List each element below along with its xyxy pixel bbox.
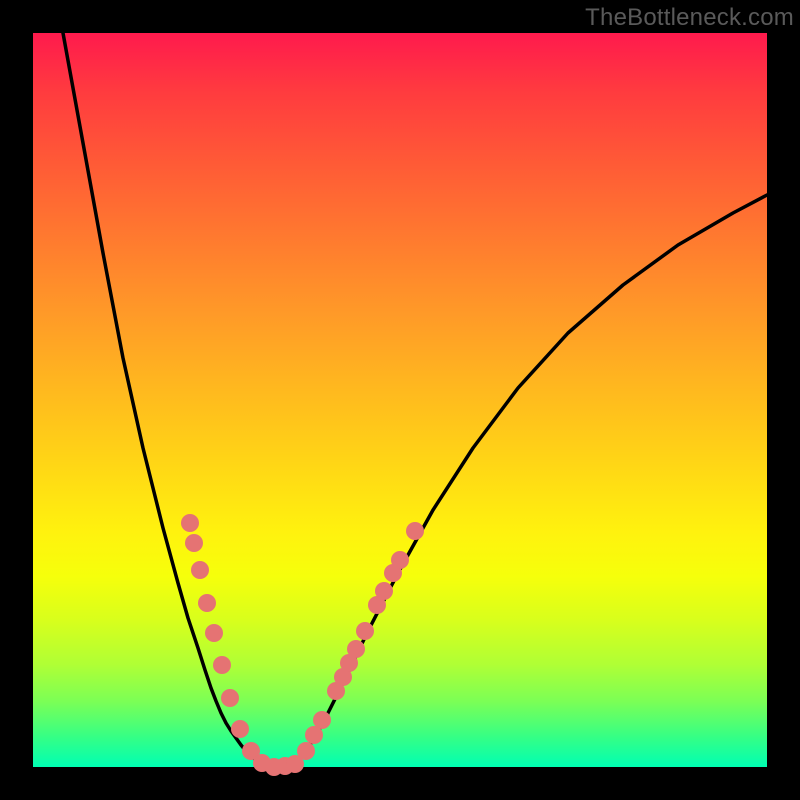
highlight-dot — [406, 522, 424, 540]
highlight-dot — [185, 534, 203, 552]
marker-group — [181, 514, 424, 776]
bottleneck-curve — [63, 33, 767, 767]
highlight-dot — [221, 689, 239, 707]
highlight-dot — [231, 720, 249, 738]
highlight-dot — [181, 514, 199, 532]
chart-svg — [33, 33, 767, 767]
highlight-dot — [191, 561, 209, 579]
highlight-dot — [313, 711, 331, 729]
watermark-text: TheBottleneck.com — [585, 4, 794, 32]
curve-group — [63, 33, 767, 767]
highlight-dot — [213, 656, 231, 674]
highlight-dot — [356, 622, 374, 640]
highlight-dot — [205, 624, 223, 642]
highlight-dot — [347, 640, 365, 658]
highlight-dot — [391, 551, 409, 569]
highlight-dot — [297, 742, 315, 760]
highlight-dot — [198, 594, 216, 612]
highlight-dot — [375, 582, 393, 600]
chart-frame: TheBottleneck.com — [0, 0, 800, 800]
